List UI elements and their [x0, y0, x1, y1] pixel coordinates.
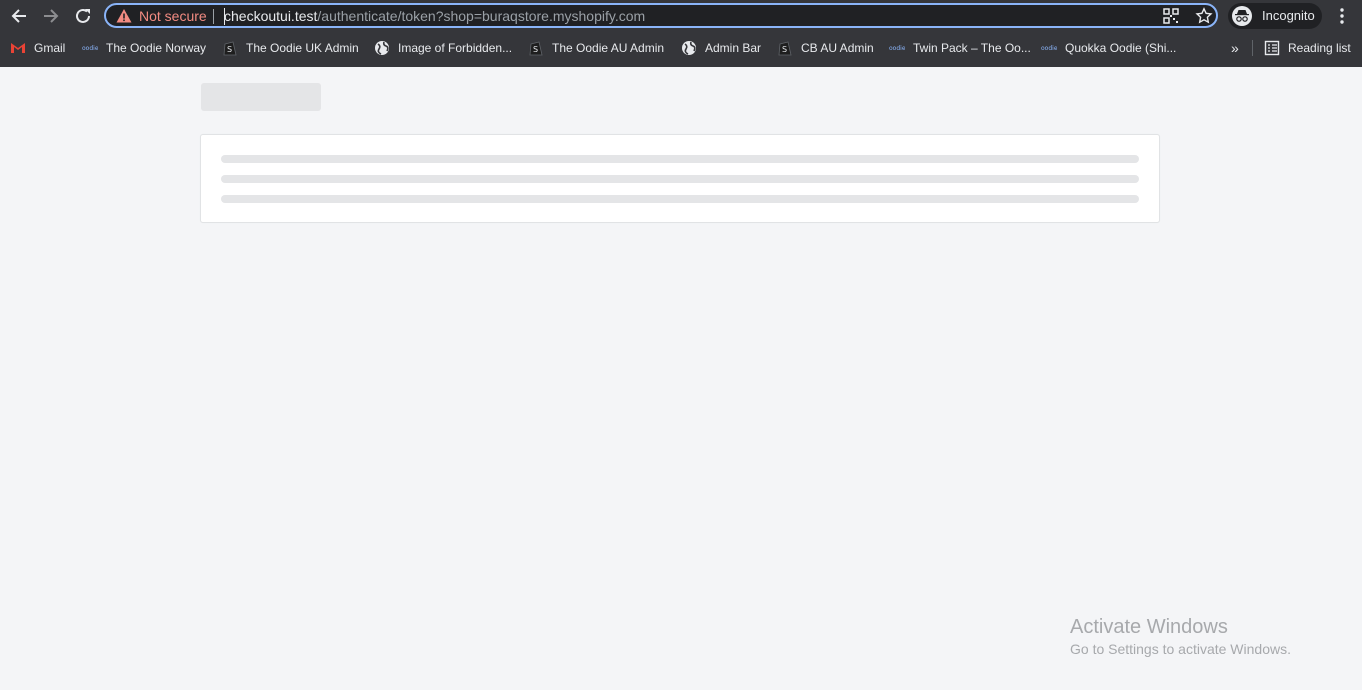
bookmark-label: The Oodie AU Admin: [552, 41, 665, 55]
bookmark-label: CB AU Admin: [801, 41, 874, 55]
bookmark-cb-au-admin[interactable]: S CB AU Admin: [777, 36, 874, 60]
omnibox-divider: [213, 9, 214, 24]
bookmarks-overflow-button[interactable]: »: [1231, 40, 1245, 56]
arrow-right-icon: [44, 9, 59, 23]
text-cursor: [224, 8, 225, 25]
incognito-icon: [1232, 6, 1252, 26]
bookmark-gmail[interactable]: Gmail: [10, 36, 65, 60]
svg-text:S: S: [227, 45, 232, 54]
loading-line: [221, 155, 1139, 163]
bookmark-label: Gmail: [34, 41, 66, 55]
incognito-label: Incognito: [1262, 8, 1315, 23]
back-button[interactable]: [7, 5, 31, 27]
oodie-icon: oodie: [82, 40, 98, 56]
loading-line: [221, 175, 1139, 183]
url-host: checkoutui.test: [224, 8, 318, 24]
bookmark-label: Quokka Oodie (Shi...: [1065, 41, 1177, 55]
bookmark-label: The Oodie Norway: [106, 41, 207, 55]
forward-button[interactable]: [39, 5, 63, 27]
bookmark-oodie-au-admin[interactable]: S The Oodie AU Admin: [528, 36, 664, 60]
svg-text:oodie: oodie: [82, 45, 98, 52]
bookmarks-bar: Gmail oodie The Oodie Norway S The Oodie…: [0, 36, 1362, 60]
warning-icon[interactable]: [116, 8, 132, 24]
oodie-icon: oodie: [889, 40, 905, 56]
more-vert-icon[interactable]: [1332, 6, 1352, 26]
bookmark-oodie-uk-admin[interactable]: S The Oodie UK Admin: [222, 36, 359, 60]
gmail-icon: [10, 40, 26, 56]
svg-text:oodie: oodie: [889, 45, 905, 52]
not-secure-label[interactable]: Not secure: [139, 8, 207, 25]
bookmark-twin-pack[interactable]: oodie Twin Pack – The Oo...: [889, 36, 1031, 60]
bookmark-label: Twin Pack – The Oo...: [913, 41, 1031, 55]
reading-list-label: Reading list: [1288, 41, 1351, 55]
qr-code-icon[interactable]: [1163, 8, 1179, 24]
bookmark-quokka-oodie[interactable]: oodie Quokka Oodie (Shi...: [1041, 36, 1176, 60]
globe-icon: [374, 40, 390, 56]
bookmark-oodie-norway[interactable]: oodie The Oodie Norway: [82, 36, 206, 60]
reading-list-button[interactable]: Reading list: [1264, 36, 1351, 60]
bookmark-image-forbidden[interactable]: Image of Forbidden...: [374, 36, 512, 60]
activate-windows-subtitle: Go to Settings to activate Windows.: [1070, 641, 1291, 657]
globe-icon: [681, 40, 697, 56]
loading-title-placeholder: [201, 83, 321, 111]
activate-windows-title: Activate Windows: [1070, 616, 1228, 638]
shopify-icon: S: [777, 40, 793, 56]
reading-list-icon: [1264, 40, 1280, 56]
reload-icon: [76, 8, 90, 23]
bookmark-label: The Oodie UK Admin: [246, 41, 359, 55]
svg-text:S: S: [533, 45, 538, 54]
browser-toolbar: Not secure checkoutui.test/authenticate/…: [0, 0, 1362, 33]
shopify-icon: S: [528, 40, 544, 56]
bookmark-label: Admin Bar: [705, 41, 762, 55]
bookmark-label: Image of Forbidden...: [398, 41, 513, 55]
reload-button[interactable]: [71, 5, 95, 27]
svg-text:oodie: oodie: [1041, 45, 1057, 52]
loading-card: [200, 134, 1160, 223]
oodie-icon: oodie: [1041, 40, 1057, 56]
incognito-profile-button[interactable]: Incognito: [1228, 3, 1322, 29]
address-bar[interactable]: Not secure checkoutui.test/authenticate/…: [104, 3, 1218, 28]
url-path: /authenticate/token?shop=buraqstore.mysh…: [317, 8, 646, 24]
shopify-icon: S: [222, 40, 238, 56]
arrow-left-icon: [11, 9, 26, 23]
svg-text:S: S: [782, 45, 787, 54]
url-text[interactable]: checkoutui.test/authenticate/token?shop=…: [224, 8, 645, 25]
browser-chrome: Not secure checkoutui.test/authenticate/…: [0, 0, 1362, 67]
page-content: Activate Windows Go to Settings to activ…: [0, 67, 1362, 690]
bookmarks-divider: [1252, 40, 1253, 56]
bookmark-admin-bar[interactable]: Admin Bar: [681, 36, 761, 60]
loading-line: [221, 195, 1139, 203]
bookmark-star-icon[interactable]: [1195, 7, 1213, 25]
